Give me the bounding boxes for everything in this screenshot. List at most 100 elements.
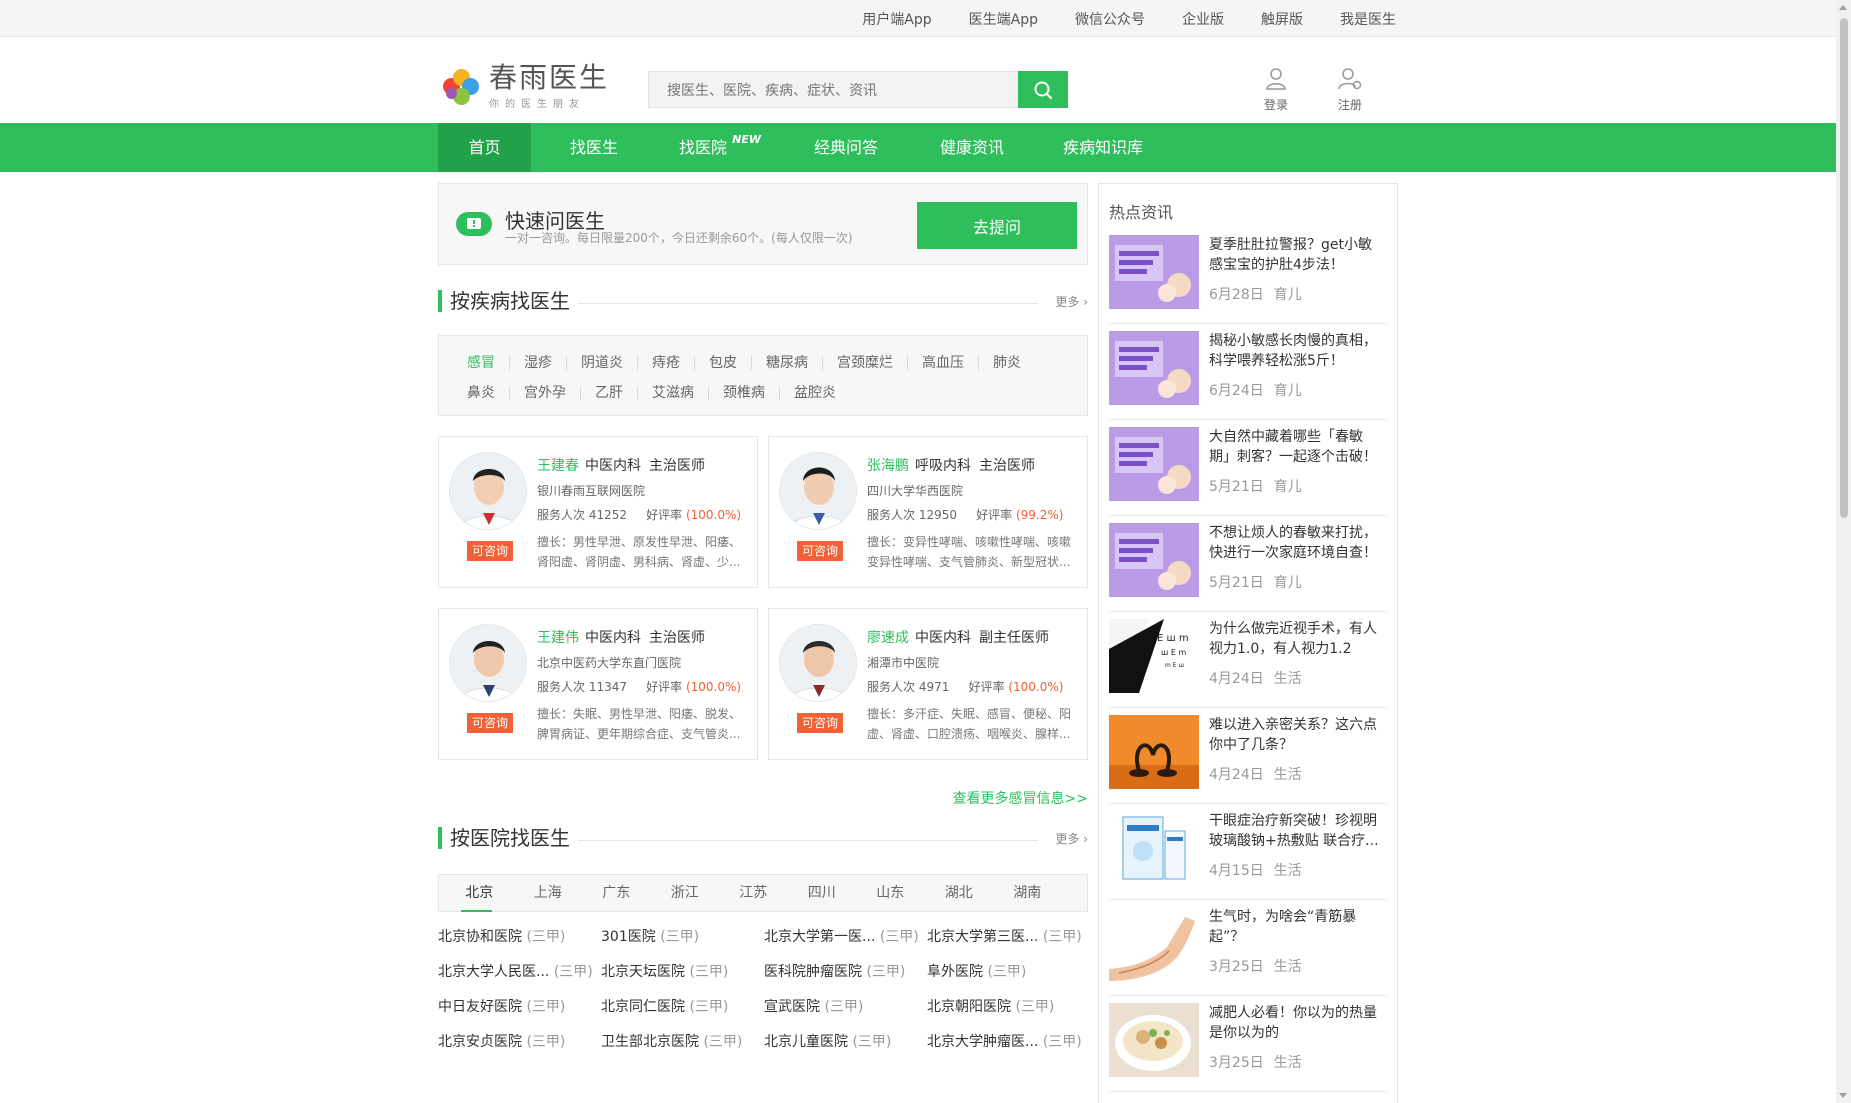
disease-tag[interactable]: 肺炎: [979, 356, 1035, 370]
news-thumbnail[interactable]: [1109, 811, 1199, 885]
hospital-item[interactable]: 卫生部北京医院 (三甲): [601, 1025, 764, 1060]
search-button[interactable]: [1018, 71, 1068, 108]
hospital-item[interactable]: 北京大学第一医... (三甲): [764, 920, 927, 955]
province-tab[interactable]: 湖南: [993, 875, 1062, 911]
province-tab[interactable]: 江苏: [719, 875, 788, 911]
doctor-card[interactable]: 可咨询 张海鹏 呼吸内科 主治医师 四川大学华西医院 服务人次 12950 好评率 …: [768, 436, 1088, 588]
register-button[interactable]: 注册: [1331, 67, 1369, 113]
disease-tag[interactable]: 痔疮: [638, 356, 695, 370]
news-thumbnail[interactable]: [1109, 715, 1199, 789]
news-title[interactable]: 揭秘小敏感长肉慢的真相，科学喂养轻松涨5斤！: [1209, 331, 1379, 371]
nav-home[interactable]: 首页: [438, 123, 531, 172]
news-thumbnail[interactable]: [1109, 427, 1199, 501]
province-tab[interactable]: 浙江: [651, 875, 720, 911]
disease-tag[interactable]: 糖尿病: [752, 356, 823, 370]
hospital-item[interactable]: 北京同仁医院 (三甲): [601, 990, 764, 1025]
disease-more-link[interactable]: 更多 ›: [1055, 293, 1088, 310]
disease-tag[interactable]: 宫外孕: [510, 386, 581, 400]
province-tab[interactable]: 四川: [788, 875, 857, 911]
touch-version-link[interactable]: 触屏版: [1261, 9, 1303, 29]
nav-find-doctor[interactable]: 找医生: [531, 123, 657, 172]
province-tab[interactable]: 北京: [445, 875, 514, 912]
news-item[interactable]: 生气时，为啥会“青筋暴起”？ 3月25日 生活: [1109, 900, 1387, 996]
doctor-name[interactable]: 王建春: [537, 458, 579, 474]
news-thumbnail[interactable]: [1109, 907, 1199, 981]
hospital-item[interactable]: 北京天坛医院 (三甲): [601, 955, 764, 990]
news-title[interactable]: 不想让烦人的春敏来打扰，快进行一次家庭环境自查！: [1209, 523, 1379, 563]
news-item[interactable]: 不想让烦人的春敏来打扰，快进行一次家庭环境自查！ 5月21日 育儿: [1109, 516, 1387, 612]
news-thumbnail[interactable]: [1109, 331, 1199, 405]
view-more-cold-link[interactable]: 查看更多感冒信息>>: [438, 788, 1088, 808]
hospital-item[interactable]: 中日友好医院 (三甲): [438, 990, 601, 1025]
news-thumbnail[interactable]: [1109, 235, 1199, 309]
news-item[interactable]: 揭秘小敏感长肉慢的真相，科学喂养轻松涨5斤！ 6月24日 育儿: [1109, 324, 1387, 420]
disease-tag[interactable]: 乙肝: [581, 386, 638, 400]
hospital-item[interactable]: 北京大学人民医... (三甲): [438, 955, 601, 990]
hospital-item[interactable]: 医科院肿瘤医院 (三甲): [764, 955, 927, 990]
hospital-item[interactable]: 宣武医院 (三甲): [764, 990, 927, 1025]
nav-classic-qa[interactable]: 经典问答: [783, 123, 909, 172]
enterprise-link[interactable]: 企业版: [1182, 9, 1224, 29]
province-tab[interactable]: 湖北: [925, 875, 994, 911]
user-app-link[interactable]: 用户端App: [862, 9, 931, 29]
disease-tag[interactable]: 颈椎病: [709, 386, 780, 400]
doctor-app-link[interactable]: 医生端App: [969, 9, 1038, 29]
news-title[interactable]: 为什么做完近视手术，有人视力1.0，有人视力1.2: [1209, 619, 1379, 659]
doctor-card[interactable]: 可咨询 廖速成 中医内科 副主任医师 湘潭市中医院 服务人次 4971 好评率 (1…: [768, 608, 1088, 760]
hospital-item[interactable]: 北京大学肿瘤医... (三甲): [927, 1025, 1090, 1060]
doctor-name[interactable]: 张海鹏: [867, 458, 909, 474]
disease-tag[interactable]: 鼻炎: [453, 386, 510, 400]
hospital-item[interactable]: 阜外医院 (三甲): [927, 955, 1090, 990]
province-tab[interactable]: 山东: [856, 875, 925, 911]
doctor-card[interactable]: 可咨询 王建伟 中医内科 主治医师 北京中医药大学东直门医院 服务人次 11347 …: [438, 608, 758, 760]
news-item[interactable]: 减肥人必看！你以为的热量是你以为的 3月25日 生活: [1109, 996, 1387, 1092]
province-tab[interactable]: 广东: [582, 875, 651, 911]
disease-tag[interactable]: 感冒: [453, 356, 510, 370]
news-item[interactable]: 干眼症治疗新突破！珍视明玻璃酸钠+热敷贴 联合疗... 4月15日 生活: [1109, 804, 1387, 900]
hospital-item[interactable]: 北京协和医院 (三甲): [438, 920, 601, 955]
news-thumbnail[interactable]: E ш m ш E m m E ш: [1109, 619, 1199, 693]
scroll-up-arrow-icon[interactable]: [1839, 5, 1847, 10]
i-am-doctor-link[interactable]: 我是医生: [1340, 9, 1396, 29]
doctor-name[interactable]: 王建伟: [537, 630, 579, 646]
disease-tag[interactable]: 阴道炎: [567, 356, 638, 370]
news-item[interactable]: 大自然中藏着哪些「春敏期」刺客？一起逐个击破！ 5月21日 育儿: [1109, 420, 1387, 516]
doctor-name[interactable]: 廖速成: [867, 630, 909, 646]
province-tab[interactable]: 上海: [514, 875, 583, 911]
logo[interactable]: 春雨医生 你的医生朋友: [443, 63, 609, 110]
login-button[interactable]: 登录: [1257, 67, 1295, 113]
nav-disease-library[interactable]: 疾病知识库: [1035, 123, 1171, 172]
hospital-item[interactable]: 北京儿童医院 (三甲): [764, 1025, 927, 1060]
hospital-item[interactable]: 北京大学第三医... (三甲): [927, 920, 1090, 955]
page-scrollbar[interactable]: [1836, 0, 1851, 1103]
news-item[interactable]: E ш m ш E m m E ш 为什么做完近视手术，有人视力1.0，有人视力1.2…: [1109, 612, 1387, 708]
hospital-item[interactable]: 301医院 (三甲): [601, 920, 764, 955]
hospital-item[interactable]: 北京朝阳医院 (三甲): [927, 990, 1090, 1025]
scroll-thumb[interactable]: [1840, 18, 1848, 518]
nav-find-hospital[interactable]: 找医院 NEW: [657, 123, 783, 172]
disease-tag[interactable]: 高血压: [908, 356, 979, 370]
disease-tag[interactable]: 盆腔炎: [780, 386, 850, 400]
disease-tag[interactable]: 宫颈糜烂: [823, 356, 908, 370]
news-title[interactable]: 夏季肚肚拉警报？get小敏感宝宝的护肚4步法！: [1209, 235, 1379, 275]
disease-tag[interactable]: 包皮: [695, 356, 752, 370]
news-title[interactable]: 生气时，为啥会“青筋暴起”？: [1209, 907, 1379, 947]
scroll-down-arrow-icon[interactable]: [1839, 1093, 1847, 1098]
news-item[interactable]: 夏季肚肚拉警报？get小敏感宝宝的护肚4步法！ 6月28日 育儿: [1109, 228, 1387, 324]
nav-health-news[interactable]: 健康资讯: [909, 123, 1035, 172]
news-thumbnail[interactable]: [1109, 523, 1199, 597]
news-item[interactable]: 难以进入亲密关系？这六点你中了几条？ 4月24日 生活: [1109, 708, 1387, 804]
wechat-link[interactable]: 微信公众号: [1075, 9, 1145, 29]
news-thumbnail[interactable]: [1109, 1003, 1199, 1077]
search-input[interactable]: [648, 71, 1018, 108]
news-title[interactable]: 大自然中藏着哪些「春敏期」刺客？一起逐个击破！: [1209, 427, 1379, 467]
hospital-item[interactable]: 北京安贞医院 (三甲): [438, 1025, 601, 1060]
news-title[interactable]: 难以进入亲密关系？这六点你中了几条？: [1209, 715, 1379, 755]
disease-tag[interactable]: 艾滋病: [638, 386, 709, 400]
news-title[interactable]: 减肥人必看！你以为的热量是你以为的: [1209, 1003, 1379, 1043]
news-title[interactable]: 干眼症治疗新突破！珍视明玻璃酸钠+热敷贴 联合疗...: [1209, 811, 1379, 851]
ask-question-button[interactable]: 去提问: [917, 202, 1077, 249]
doctor-card[interactable]: 可咨询 王建春 中医内科 主治医师 银川春雨互联网医院 服务人次 41252 好评率…: [438, 436, 758, 588]
disease-tag[interactable]: 湿疹: [510, 356, 567, 370]
hospital-more-link[interactable]: 更多 ›: [1055, 830, 1088, 847]
